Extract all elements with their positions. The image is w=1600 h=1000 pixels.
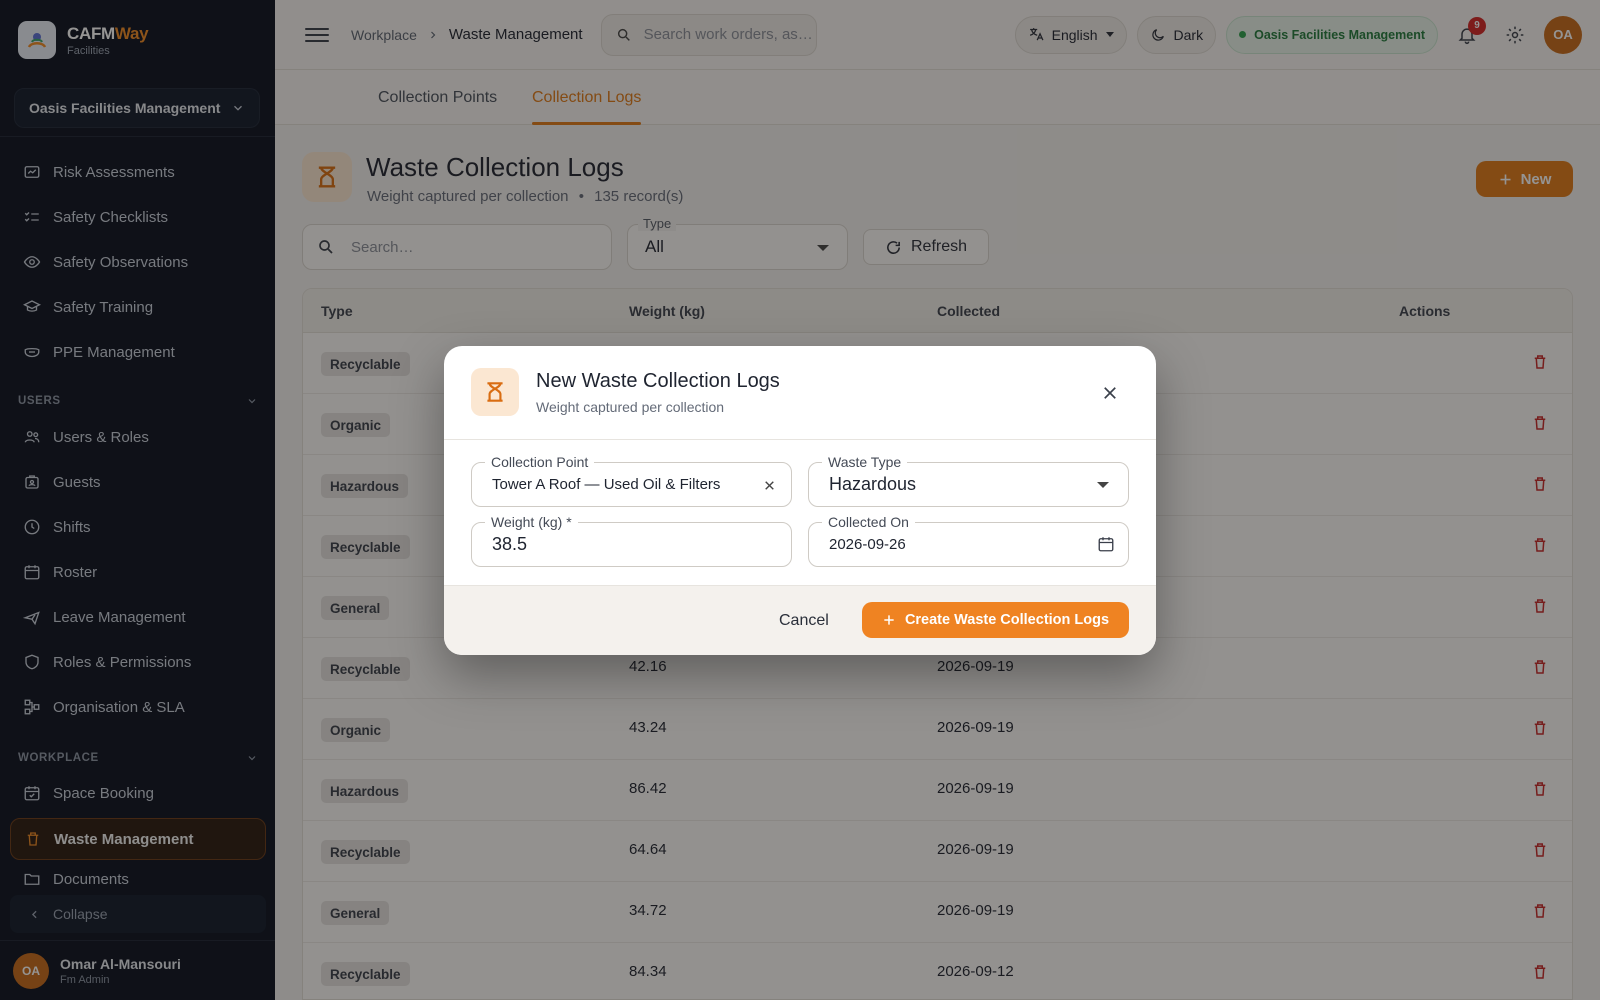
cancel-button[interactable]: Cancel <box>779 612 829 630</box>
waste-type-value: Hazardous <box>829 474 917 494</box>
weight-label: Weight (kg) * <box>485 514 578 530</box>
dialog-title: New Waste Collection Logs <box>536 370 780 392</box>
collected-on-field[interactable]: Collected On 2026-09-26 <box>808 514 1129 567</box>
close-icon[interactable] <box>1101 384 1119 402</box>
dialog-footer: Cancel Create Waste Collection Logs <box>444 585 1156 655</box>
collection-point-value: Tower A Roof — Used Oil & Filters <box>492 476 721 493</box>
create-button[interactable]: Create Waste Collection Logs <box>862 602 1129 638</box>
waste-scale-icon <box>471 368 519 416</box>
calendar-icon[interactable] <box>1097 535 1115 553</box>
collection-point-field[interactable]: Collection Point Tower A Roof — Used Oil… <box>471 454 792 507</box>
collected-on-value: 2026-09-26 <box>829 536 906 553</box>
weight-value: 38.5 <box>492 534 528 554</box>
collection-point-label: Collection Point <box>485 454 595 470</box>
dialog-subtitle: Weight captured per collection <box>536 399 725 415</box>
waste-type-label: Waste Type <box>822 454 908 470</box>
waste-type-select[interactable]: Waste Type Hazardous <box>808 454 1129 507</box>
caret-down-icon <box>1097 482 1109 488</box>
collected-on-label: Collected On <box>822 514 915 530</box>
plus-icon <box>884 615 894 625</box>
clear-icon[interactable] <box>763 479 776 492</box>
new-log-dialog: New Waste Collection Logs Weight capture… <box>444 346 1156 655</box>
dialog-divider <box>444 439 1156 440</box>
weight-field[interactable]: Weight (kg) * 38.5 <box>471 514 792 567</box>
